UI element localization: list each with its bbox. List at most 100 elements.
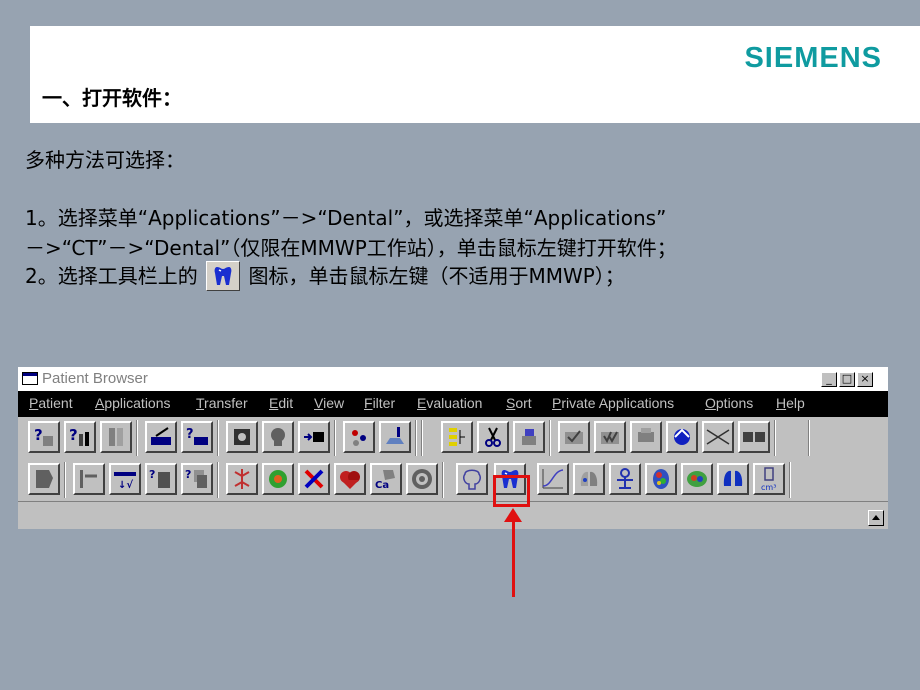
heart-icon [340,471,360,489]
toolbar-separator [442,462,444,498]
check-button[interactable] [558,421,590,453]
toolbar-separator [415,420,417,456]
svg-text:?: ? [69,426,78,444]
siemens-logo: SIEMENS [744,42,882,74]
network-button[interactable] [343,421,375,453]
dental-icon [206,260,241,291]
menu-transfer[interactable]: Transfer [196,395,248,411]
transfer-button[interactable] [298,421,330,453]
menu-edit[interactable]: Edit [269,395,293,411]
menu-sort[interactable]: Sort [506,395,532,411]
archive-button[interactable] [226,421,258,453]
check-multiple-button[interactable] [594,421,626,453]
lungs-blue-button[interactable] [717,463,749,495]
menu-help[interactable]: Help [776,395,805,411]
toolbar-separator [774,420,776,456]
patient-browser-window: Patient Browser _ □ × Patient Applicatio… [18,367,888,529]
pointer-button[interactable] [73,463,105,495]
query-image-button[interactable]: ? [145,463,177,495]
svg-text:↓√: ↓√ [118,479,133,491]
toolbar-separator [64,462,66,498]
minimize-button[interactable]: _ [821,372,837,387]
document-button[interactable] [28,463,60,495]
cross-icon [706,429,730,445]
sort-icon: ↓√ [114,472,136,491]
tree-button[interactable] [441,421,473,453]
toolbar-separator [549,420,551,456]
eraser-icon [522,429,536,445]
vessel-button[interactable] [226,463,258,495]
head-icon [271,428,285,446]
pointer-arrow [512,520,515,597]
cut-button[interactable] [477,421,509,453]
maximize-button[interactable]: □ [839,372,855,387]
menu-evaluation[interactable]: Evaluation [417,395,482,411]
tree-icon [449,428,465,446]
sort-button[interactable]: ↓√ [109,463,141,495]
calcium-button[interactable]: Ca [370,463,402,495]
brain-color2-icon [687,471,707,487]
curve-icon [542,469,564,489]
heart-button[interactable] [334,463,366,495]
print-icon [638,428,654,442]
menu-view[interactable]: View [314,395,344,411]
step2-text-before: 2。选择工具栏上的 [25,264,198,288]
rotate-icon [674,428,690,445]
lungs-blue-icon [723,470,743,486]
help-query-button[interactable]: ? [28,421,60,453]
columns-button[interactable] [100,421,132,453]
cross-button[interactable] [702,421,734,453]
step2-text-after: 图标，单击鼠标左键（不适用于MMWP）； [248,264,625,288]
volume-button[interactable]: cm³ [753,463,785,495]
menu-patient[interactable]: Patient [29,395,73,411]
help-edit-button[interactable]: ? [181,421,213,453]
molecule-button[interactable] [609,463,641,495]
query-series-icon: ? [185,468,207,488]
list-area [18,501,888,529]
edit-button[interactable] [145,421,177,453]
toolbar-separator [789,462,791,498]
toolbar-separator [808,420,810,456]
window-title: Patient Browser [42,370,148,387]
query-series-button[interactable]: ? [181,463,213,495]
dental-highlight-box [493,475,530,507]
window-icon [22,372,38,385]
curve-button[interactable] [537,463,569,495]
step1-line2: －>“CT”－>“Dental”（仅限在MMWP工作站），单击鼠标左键打开软件； [25,236,677,260]
svg-text:Ca: Ca [375,480,389,491]
brain-color2-button[interactable] [681,463,713,495]
header-band: SIEMENS 一、打开软件： [30,26,920,123]
print-button[interactable] [630,421,662,453]
menu-filter[interactable]: Filter [364,395,395,411]
menu-private-applications[interactable]: Private Applications [552,395,674,411]
help-context-button[interactable]: ? [64,421,96,453]
menu-applications[interactable]: Applications [95,395,171,411]
columns-icon [109,428,123,446]
edit-icon [151,427,171,445]
cross-red-button[interactable] [298,463,330,495]
toolbar-row-1: ? ? ? [18,417,888,460]
close-button[interactable]: × [857,372,873,387]
brain-color-button[interactable] [645,463,677,495]
menu-options[interactable]: Options [705,395,753,411]
import-button[interactable] [379,421,411,453]
brain-button[interactable] [262,463,294,495]
step2-line: 2。选择工具栏上的 图标，单击鼠标左键（不适用于MMWP）； [25,260,625,293]
eraser-button[interactable] [513,421,545,453]
brain-outline-button[interactable] [456,463,488,495]
archive-icon [234,429,250,445]
pointer-icon [80,470,97,488]
vessel-icon [234,469,250,489]
calcium-icon: Ca [375,470,395,491]
svg-text:?: ? [186,427,194,442]
help-query-icon: ? [34,426,53,446]
ring-icon [412,469,432,489]
head-button[interactable] [262,421,294,453]
film-button[interactable] [738,421,770,453]
ring-button[interactable] [406,463,438,495]
import-icon [386,427,404,444]
rotate-button[interactable] [666,421,698,453]
scroll-up-button[interactable] [868,510,884,526]
lung-button[interactable] [573,463,605,495]
window-title-bar: Patient Browser _ □ × [18,367,888,391]
